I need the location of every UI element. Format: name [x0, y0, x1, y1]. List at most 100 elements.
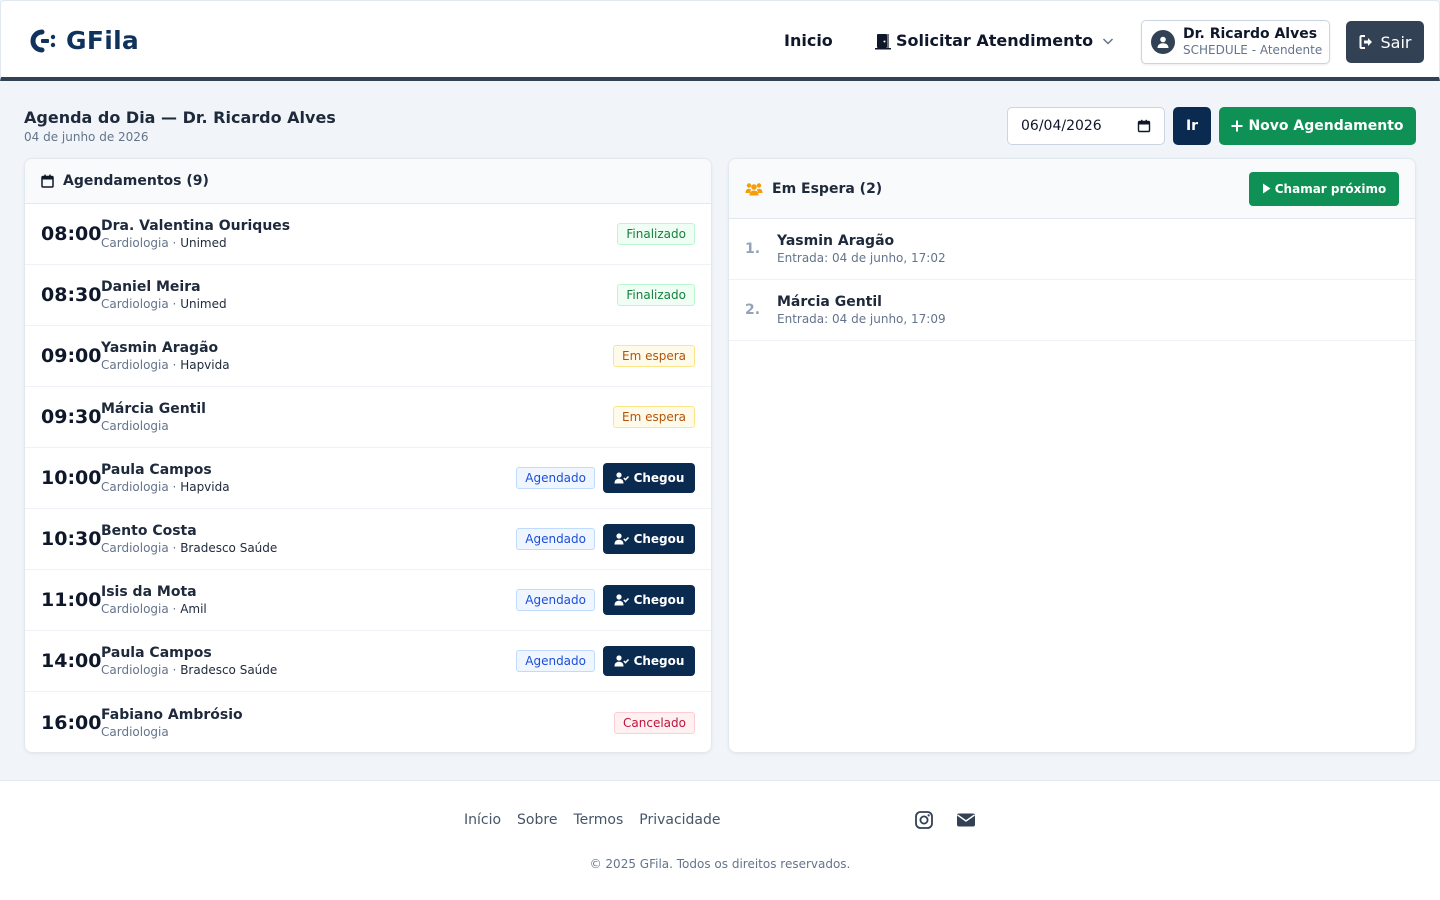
- specialty: Cardiologia: [101, 541, 169, 555]
- specialty: Cardiologia: [101, 358, 169, 372]
- patient-name: Isis da Mota: [101, 584, 197, 600]
- specialty: Cardiologia: [101, 480, 169, 494]
- appointment-time: 16:00: [41, 711, 102, 734]
- page-date: 04 de junho de 2026: [24, 130, 149, 144]
- waiting-info: Yasmin Aragão Entrada: 04 de junho, 17:02: [777, 232, 946, 266]
- arrived-button[interactable]: Chegou: [603, 524, 695, 554]
- arrived-button[interactable]: Chegou: [603, 585, 695, 615]
- instagram-icon[interactable]: [914, 810, 934, 830]
- brand-name: GFila: [66, 26, 140, 55]
- appointment-details: Cardiologia: [101, 418, 206, 434]
- appointment-row: 16:00 Fabiano Ambrósio Cardiologia Cancelad…: [25, 692, 711, 752]
- footer-link-privacy[interactable]: Privacidade: [639, 812, 720, 828]
- appointment-details: Cardiologia · Hapvida: [101, 357, 230, 373]
- appointment-row: 08:30 Daniel Meira Cardiologia · Unimed Fin…: [25, 265, 711, 326]
- calendar-icon[interactable]: [1137, 119, 1151, 133]
- waiting-list: 1. Yasmin Aragão Entrada: 04 de junho, 17:…: [729, 219, 1415, 341]
- arrived-button[interactable]: Chegou: [603, 463, 695, 493]
- call-next-button[interactable]: Chamar próximo: [1249, 171, 1399, 206]
- appointment-row: 11:00 Isis da Mota Cardiologia · Amil Agend…: [25, 570, 711, 631]
- appointment-info: Paula Campos Cardiologia · Hapvida: [101, 461, 230, 495]
- appointment-row: 09:00 Yasmin Aragão Cardiologia · Hapvida E…: [25, 326, 711, 387]
- calendar-icon: [41, 174, 54, 188]
- sign-out-icon: [1359, 35, 1372, 49]
- footer-link-home[interactable]: Início: [464, 812, 501, 828]
- specialty: Cardiologia: [101, 663, 169, 677]
- appointment-time: 09:00: [41, 345, 102, 367]
- arrived-button[interactable]: Chegou: [603, 646, 695, 676]
- insurance: Bradesco Saúde: [180, 541, 278, 555]
- appointment-info: Yasmin Aragão Cardiologia · Hapvida: [101, 339, 230, 373]
- appointment-details: Cardiologia · Unimed: [101, 235, 290, 251]
- insurance: Hapvida: [180, 358, 230, 372]
- appointments-title: Agendamentos (9): [63, 173, 209, 189]
- appointment-time: 14:00: [41, 650, 102, 672]
- envelope-icon[interactable]: [956, 810, 976, 830]
- queue-position: 1.: [745, 241, 761, 257]
- appointments-card: Agendamentos (9) 08:00 Dra. Valentina Our…: [24, 158, 712, 753]
- appointment-details: Cardiologia · Amil: [101, 601, 207, 617]
- specialty: Cardiologia: [101, 602, 169, 616]
- user-avatar-icon: [1151, 30, 1175, 54]
- page-title: Agenda do Dia — Dr. Ricardo Alves: [24, 108, 336, 127]
- status-badge: Em espera: [612, 345, 695, 367]
- appointment-details: Cardiologia · Hapvida: [101, 479, 230, 495]
- appointment-actions: Agendado Chegou: [516, 524, 695, 554]
- separator: ·: [168, 236, 181, 250]
- footer-link-terms[interactable]: Termos: [573, 812, 623, 828]
- chevron-down-icon: [1103, 37, 1114, 45]
- new-appointment-label: Novo Agendamento: [1248, 118, 1404, 134]
- go-button[interactable]: Ir: [1173, 107, 1211, 145]
- specialty: Cardiologia: [101, 236, 169, 250]
- entry-time: Entrada: 04 de junho, 17:02: [777, 251, 946, 265]
- entry-time: Entrada: 04 de junho, 17:09: [777, 312, 946, 326]
- date-input[interactable]: 06/04/2026: [1007, 107, 1165, 145]
- call-next-label: Chamar próximo: [1274, 181, 1387, 196]
- appointment-row: 08:00 Dra. Valentina Ouriques Cardiologia …: [25, 204, 711, 265]
- status-badge: Cancelado: [614, 711, 695, 734]
- logo-icon: [30, 29, 56, 52]
- specialty: Cardiologia: [101, 724, 169, 739]
- user-profile[interactable]: Dr. Ricardo Alves SCHEDULE - Atendente: [1141, 20, 1330, 64]
- waiting-card: Em Espera (2) Chamar próximo 1. Yasmin Ar…: [728, 158, 1416, 753]
- appointment-time: 10:30: [41, 528, 102, 550]
- appointment-actions: Finalizado: [617, 284, 695, 306]
- user-name: Dr. Ricardo Alves: [1183, 26, 1318, 42]
- arrived-label: Chegou: [633, 654, 685, 668]
- appointment-row: 10:00 Paula Campos Cardiologia · Hapvida Ag…: [25, 448, 711, 509]
- user-check-icon: [614, 472, 629, 484]
- patient-name: Paula Campos: [101, 645, 212, 661]
- appointment-actions: Cancelado: [614, 711, 695, 734]
- status-badge: Agendado: [516, 467, 595, 489]
- appointments-list: 08:00 Dra. Valentina Ouriques Cardiologia …: [25, 204, 711, 752]
- logout-button[interactable]: Sair: [1346, 21, 1424, 63]
- waiting-title: Em Espera (2): [772, 180, 883, 197]
- appointment-info: Bento Costa Cardiologia · Bradesco Saúde: [101, 522, 277, 556]
- appointment-details: Cardiologia: [101, 724, 243, 740]
- appointment-details: Cardiologia · Bradesco Saúde: [101, 540, 277, 556]
- top-navbar: GFila Inicio Solicitar Atendimento Dr. R…: [0, 0, 1440, 81]
- separator: ·: [168, 541, 181, 555]
- brand-logo[interactable]: GFila: [28, 26, 139, 55]
- appointment-row: 09:30 Márcia Gentil Cardiologia Em espera: [25, 387, 711, 448]
- separator: ·: [168, 358, 181, 372]
- patient-name: Márcia Gentil: [101, 401, 206, 417]
- nav-home-link[interactable]: Inicio: [784, 31, 833, 50]
- new-appointment-button[interactable]: Novo Agendamento: [1219, 107, 1416, 145]
- insurance: Hapvida: [180, 480, 230, 494]
- patient-name: Márcia Gentil: [777, 294, 882, 310]
- door-icon: [875, 33, 891, 49]
- waiting-row: 2. Márcia Gentil Entrada: 04 de junho, 17:…: [729, 280, 1415, 341]
- patient-name: Fabiano Ambrósio: [101, 706, 243, 723]
- users-icon: [745, 182, 763, 195]
- nav-request-dropdown[interactable]: Solicitar Atendimento: [874, 31, 1116, 50]
- user-check-icon: [614, 655, 629, 667]
- appointment-info: Fabiano Ambrósio Cardiologia: [101, 706, 243, 740]
- specialty: Cardiologia: [101, 297, 169, 311]
- insurance: Bradesco Saúde: [180, 663, 278, 677]
- footer-link-about[interactable]: Sobre: [517, 812, 557, 828]
- status-badge: Agendado: [516, 589, 595, 611]
- appointment-actions: Agendado Chegou: [516, 463, 695, 493]
- queue-position: 2.: [745, 302, 761, 318]
- appointment-time: 10:00: [41, 467, 102, 489]
